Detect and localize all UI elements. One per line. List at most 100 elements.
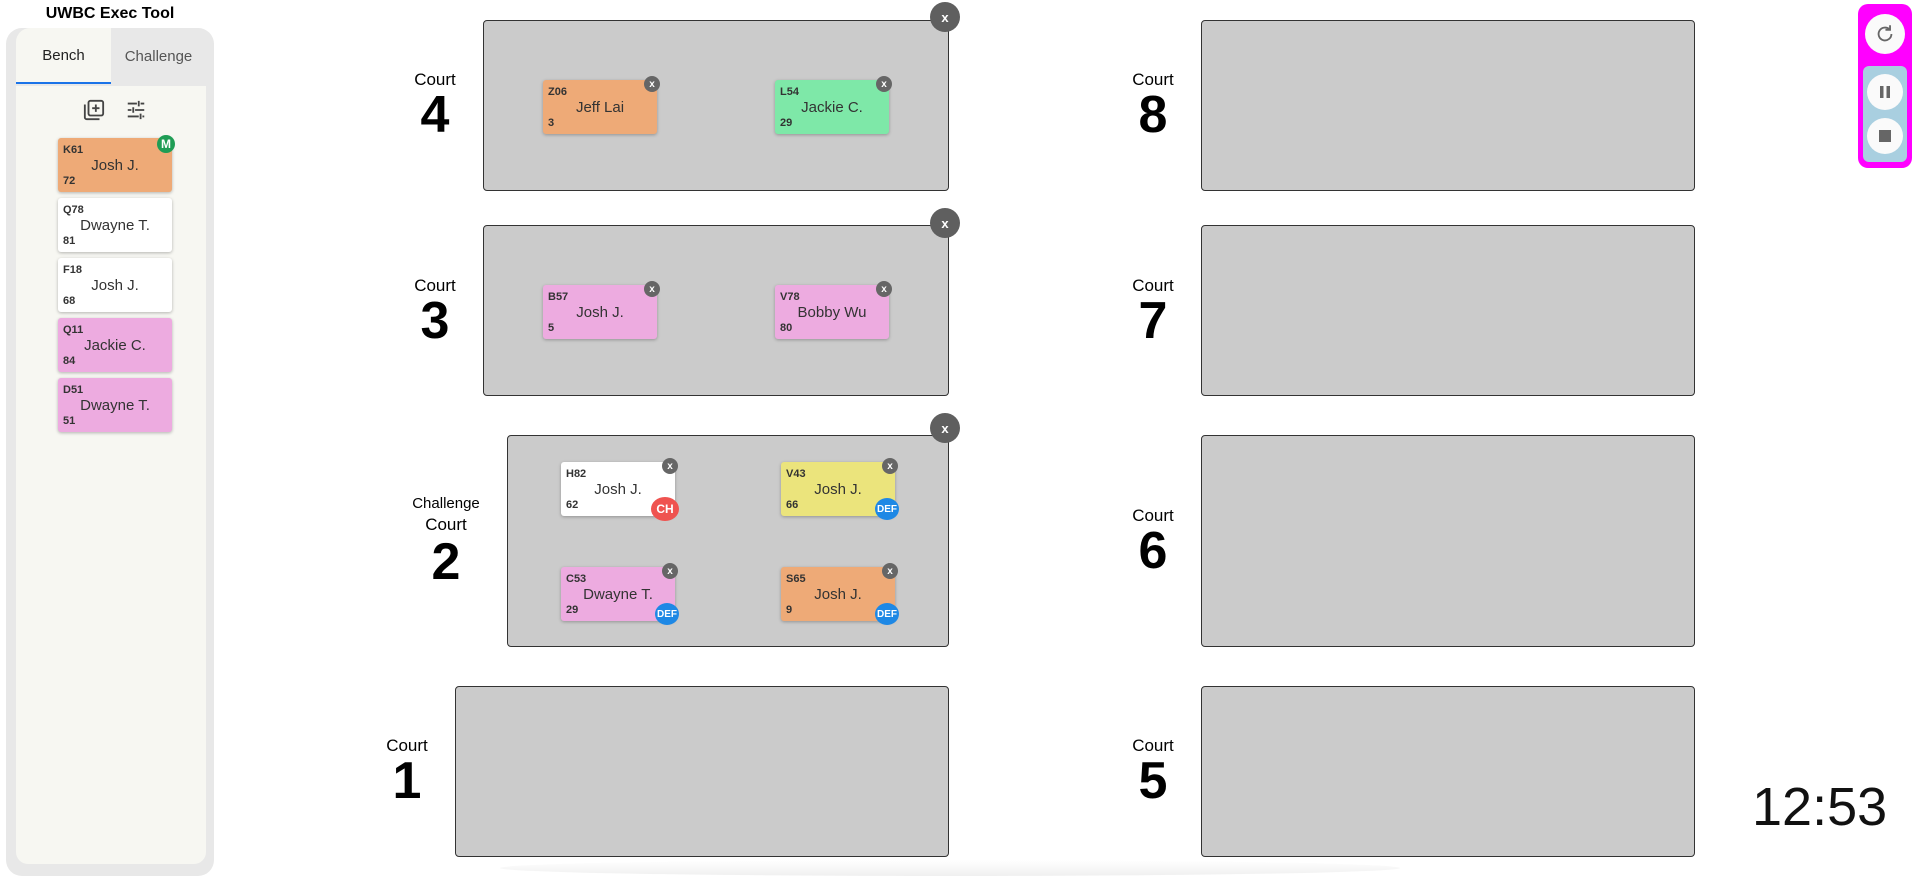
stop-button[interactable]: [1867, 118, 1903, 154]
player-name: Josh J.: [91, 157, 139, 174]
player-id: F18: [63, 264, 82, 276]
court-8-label: Court 8: [1118, 70, 1188, 144]
player-id: S65: [786, 573, 806, 585]
add-player-button[interactable]: [82, 98, 106, 122]
tab-challenge[interactable]: Challenge: [111, 28, 206, 84]
court-player-card[interactable]: C53 Dwayne T. 29 x DEF: [561, 563, 679, 625]
court-player-card[interactable]: H82 Josh J. 62 x CH: [561, 458, 679, 521]
player-number: 66: [786, 499, 799, 511]
player-name: Dwayne T.: [80, 217, 150, 234]
court-number: 6: [1138, 522, 1168, 580]
timer-controls: [1858, 4, 1912, 168]
remove-player-button[interactable]: x: [662, 458, 678, 474]
court-number: 3: [420, 292, 450, 350]
player-name: Josh J.: [576, 304, 624, 321]
court-word: Court: [425, 515, 467, 534]
defender-badge: DEF: [875, 498, 899, 520]
player-name: Josh J.: [814, 481, 862, 498]
court-player-card[interactable]: V43 Josh J. 66 x DEF: [781, 458, 899, 520]
court-number: 5: [1138, 752, 1168, 810]
app-title: UWBC Exec Tool: [45, 5, 175, 22]
tune-icon: [127, 100, 145, 120]
player-name: Jackie C.: [801, 99, 863, 116]
court-2-label: Challenge Court 2: [406, 495, 486, 591]
player-id: Z06: [548, 86, 567, 98]
player-id: Q11: [63, 324, 84, 336]
remove-player-button[interactable]: x: [882, 458, 898, 474]
bench-card[interactable]: K61 Josh J. 72 M: [58, 135, 175, 192]
player-name: Dwayne T.: [80, 397, 150, 414]
court-number: 2: [431, 533, 461, 591]
bench-toolbar: [82, 98, 148, 122]
court-4[interactable]: Z06 Jeff Lai 3 x L54 Jackie C. 29 x: [483, 20, 949, 191]
player-number: 62: [566, 499, 579, 511]
pause-icon: [1880, 86, 1890, 98]
court-player-card[interactable]: L54 Jackie C. 29 x: [775, 76, 892, 134]
court-3-label: Court 3: [400, 276, 470, 350]
player-number: 5: [548, 322, 555, 334]
court-player-card[interactable]: B57 Josh J. 5 x: [543, 281, 660, 339]
court-8[interactable]: [1201, 20, 1695, 191]
court-number: 7: [1138, 292, 1168, 350]
challenge-word: Challenge: [412, 495, 480, 512]
defender-badge: DEF: [655, 603, 679, 625]
clear-court-3-button[interactable]: x: [930, 208, 960, 238]
pause-button[interactable]: [1867, 74, 1903, 110]
player-id: K61: [63, 144, 84, 156]
player-id: C53: [566, 573, 587, 585]
bench-list: K61 Josh J. 72 M Q78 Dwayne T. 81 F18 Jo…: [16, 86, 206, 864]
player-id: V43: [786, 468, 806, 480]
court-3[interactable]: B57 Josh J. 5 x V78 Bobby Wu 80 x: [483, 225, 949, 396]
remove-player-button[interactable]: x: [876, 76, 892, 92]
remove-player-button[interactable]: x: [662, 563, 678, 579]
player-number: 80: [780, 322, 793, 334]
remove-player-button[interactable]: x: [882, 563, 898, 579]
player-name: Jeff Lai: [575, 99, 625, 116]
court-4-label: Court 4: [400, 70, 470, 144]
remove-player-button[interactable]: x: [644, 76, 660, 92]
player-id: L54: [780, 86, 799, 98]
player-name: Josh J.: [91, 277, 139, 294]
court-number: 8: [1138, 86, 1168, 144]
court-7[interactable]: [1201, 225, 1695, 396]
stop-icon: [1879, 130, 1891, 142]
court-number: 4: [420, 86, 450, 144]
sidebar-tabs: Bench Challenge: [16, 28, 206, 84]
reset-button[interactable]: [1865, 14, 1905, 54]
player-number: 3: [548, 117, 555, 129]
player-number: 84: [63, 355, 76, 367]
court-player-card[interactable]: Z06 Jeff Lai 3 x: [543, 76, 660, 134]
playback-panel: [1863, 66, 1907, 162]
bench-card[interactable]: Q78 Dwayne T. 81: [58, 198, 172, 252]
bench-card[interactable]: D51 Dwayne T. 51: [58, 378, 172, 432]
bottom-shadow: [500, 860, 1400, 876]
clear-court-4-button[interactable]: x: [930, 2, 960, 32]
court-5[interactable]: [1201, 686, 1695, 857]
court-player-card[interactable]: V78 Bobby Wu 80 x: [775, 281, 892, 339]
sidebar: Bench Challenge K61 Josh J. 72 M Q78 Dwa…: [6, 28, 214, 876]
tab-bench[interactable]: Bench: [16, 28, 111, 84]
remove-player-button[interactable]: x: [644, 281, 660, 297]
court-1[interactable]: [455, 686, 949, 857]
player-number: 68: [63, 295, 76, 307]
bench-card[interactable]: F18 Josh J. 68: [58, 258, 172, 312]
player-number: 51: [63, 415, 76, 427]
player-number: 29: [780, 117, 793, 129]
court-1-label: Court 1: [372, 736, 442, 807]
challenge-court-2[interactable]: H82 Josh J. 62 x CH V43 Josh J. 66 x DEF…: [507, 435, 949, 647]
court-player-card[interactable]: S65 Josh J. 9 x DEF: [781, 563, 899, 625]
player-number: 29: [566, 604, 579, 616]
player-name: Josh J.: [594, 481, 642, 498]
court-7-label: Court 7: [1118, 276, 1188, 350]
player-name: Jackie C.: [84, 337, 146, 354]
filter-settings-button[interactable]: [124, 98, 148, 122]
player-name: Bobby Wu: [797, 304, 867, 321]
add-box-icon: [83, 99, 105, 121]
clear-court-2-button[interactable]: x: [930, 413, 960, 443]
bench-card[interactable]: Q11 Jackie C. 84: [58, 318, 172, 372]
player-number: 9: [786, 604, 793, 616]
player-id: V78: [780, 291, 800, 303]
court-6[interactable]: [1201, 435, 1695, 647]
remove-player-button[interactable]: x: [876, 281, 892, 297]
defender-badge: DEF: [875, 603, 899, 625]
